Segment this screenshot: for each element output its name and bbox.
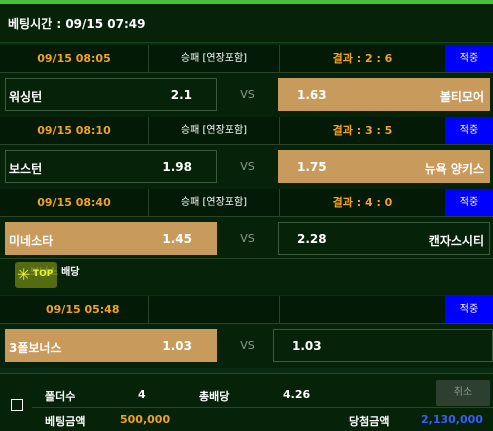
home-team-option[interactable]: 미네소타 1.45 (5, 222, 217, 255)
folder-count-value: 4 (138, 388, 146, 401)
sparkle-icon: ✳ (17, 265, 31, 284)
total-odds-label: 총배당 (199, 390, 230, 403)
away-team-name: 뉴욕 양키스 (424, 162, 484, 176)
home-team-name: 미네소타 (9, 234, 54, 248)
bet-row: 보스턴 1.98 VS 1.75 뉴욕 양키스 (0, 145, 493, 189)
bet-type: 승패 [연장포함] (148, 45, 280, 72)
home-team-option[interactable]: 워싱턴 2.1 (5, 78, 217, 111)
away-team-option[interactable]: 1.75 뉴욕 양키스 (278, 150, 490, 183)
vs-label: VS (240, 160, 255, 173)
away-team-name: 캔자스시티 (428, 234, 484, 248)
away-team-odds: 1.63 (297, 88, 327, 102)
bet-type: 승패 [연장포함] (148, 189, 280, 216)
bet-row: 미네소타 1.45 VS 2.28 캔자스시티 (0, 217, 493, 261)
bet-type (148, 296, 280, 323)
match-time: 09/15 05:48 (46, 303, 120, 316)
status-badge: 적중 (445, 45, 493, 72)
footer-divider (32, 407, 493, 408)
bet-time-header: 베팅시간 : 09/15 07:49 (0, 4, 493, 43)
bet-amount-label: 베팅금액 (45, 415, 86, 428)
bet-info-bar: 09/15 08:05 승패 [연장포함] 결과 : 2 : 6 적중 (0, 45, 493, 73)
away-team-odds: 1.75 (297, 160, 327, 174)
home-team-name: 워싱턴 (9, 90, 43, 104)
status-badge: 적중 (445, 117, 493, 144)
away-team-option[interactable]: 2.28 캔자스시티 (278, 222, 490, 255)
bet-info-bar: 09/15 08:40 승패 [연장포함] 결과 : 4 : 0 적중 (0, 189, 493, 217)
total-odds-value: 4.26 (283, 388, 311, 401)
vs-label: VS (240, 88, 255, 101)
match-result: 결과 : 4 : 0 (332, 196, 393, 209)
bet-info-bar: 09/15 08:10 승패 [연장포함] 결과 : 3 : 5 적중 (0, 117, 493, 145)
folder-count-label: 폴더수 (45, 390, 76, 403)
home-team-odds: 1.45 (162, 232, 192, 246)
bet-amount-value: 500,000 (120, 413, 171, 426)
status-badge: 적중 (445, 189, 493, 216)
match-result (280, 296, 445, 323)
home-team-name: 3폴보너스 (9, 341, 62, 355)
scroll-top-button[interactable]: ✳ TOP (15, 262, 57, 288)
match-time: 09/15 08:10 (37, 124, 111, 137)
match-result: 결과 : 2 : 6 (332, 52, 393, 65)
home-team-odds: 1.98 (162, 160, 192, 174)
away-team-option[interactable]: 1.63 볼티모어 (278, 78, 490, 111)
select-checkbox[interactable] (11, 399, 23, 411)
match-time: 09/15 08:40 (37, 196, 111, 209)
bet-summary-footer: 폴더수 4 총배당 4.26 취소 베팅금액 500,000 당첨금액 2,13… (0, 373, 493, 431)
away-team-odds: 2.28 (297, 232, 327, 246)
home-team-odds: 1.03 (162, 339, 192, 353)
bet-row: 3폴보너스 1.03 VS 1.03 (0, 324, 493, 368)
home-team-option[interactable]: 3폴보너스 1.03 (5, 329, 217, 362)
bet-type: 승패 [연장포함] (148, 117, 280, 144)
win-amount-value: 2,130,000 (421, 413, 483, 426)
vs-label: VS (240, 232, 255, 245)
match-time: 09/15 08:05 (37, 52, 111, 65)
bet-row: 워싱턴 2.1 VS 1.63 볼티모어 (0, 73, 493, 117)
top-button-label: TOP (33, 269, 54, 279)
win-amount-label: 당첨금액 (349, 415, 390, 428)
away-team-name: 볼티모어 (439, 90, 484, 104)
match-result: 결과 : 3 : 5 (332, 124, 393, 137)
status-badge: 적중 (445, 296, 493, 323)
bet-info-bar: 09/15 05:48 적중 (0, 296, 493, 324)
home-team-option[interactable]: 보스턴 1.98 (5, 150, 217, 183)
cancel-button[interactable]: 취소 (436, 380, 490, 406)
vs-label: VS (240, 339, 255, 352)
bonus-section-label: 보너스 배당 (0, 258, 493, 295)
away-team-option[interactable]: 1.03 (273, 329, 493, 362)
bet-time-title: 베팅시간 : 09/15 07:49 (8, 17, 146, 31)
home-team-name: 보스턴 (9, 162, 43, 176)
home-team-odds: 2.1 (170, 88, 192, 102)
away-team-odds: 1.03 (292, 339, 322, 353)
